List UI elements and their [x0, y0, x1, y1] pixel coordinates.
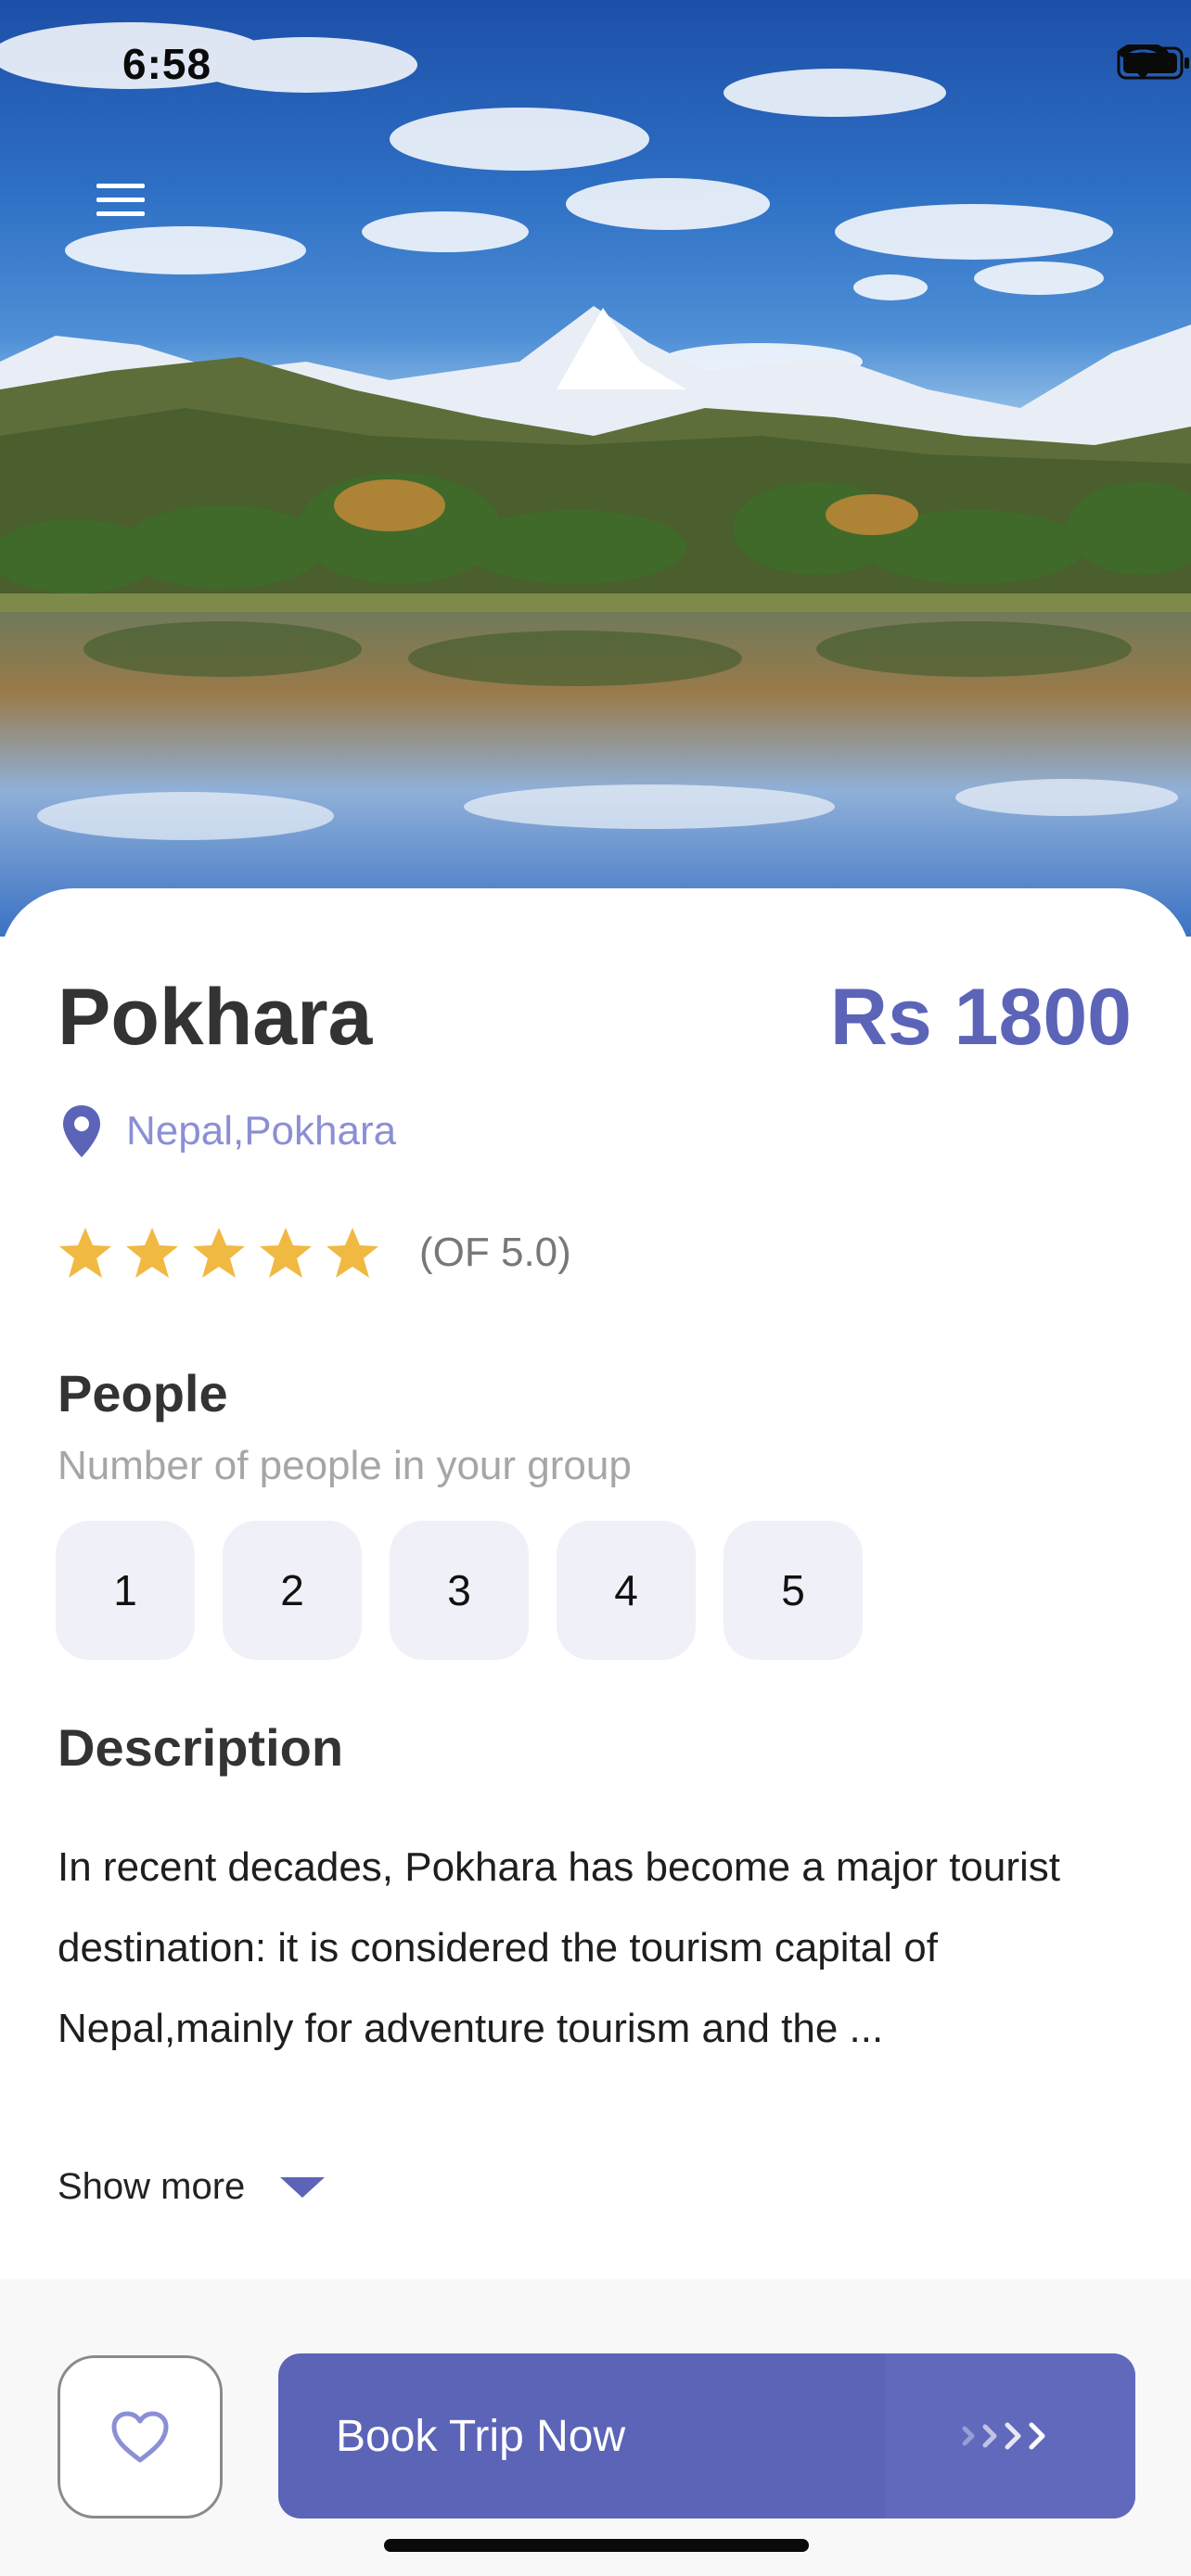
landscape-illustration — [0, 22, 1191, 937]
description-text: In recent decades, Pokhara has become a … — [58, 1844, 1061, 2051]
star-icon — [327, 1228, 378, 1278]
show-more-label: Show more — [58, 2166, 246, 2207]
heart-outline-icon — [111, 2411, 169, 2463]
people-option-3[interactable]: 3 — [390, 1521, 529, 1660]
battery-icon — [1117, 46, 1189, 80]
star-icon — [260, 1228, 312, 1278]
destination-price: Rs 1800 — [829, 973, 1132, 1062]
menu-button[interactable] — [93, 182, 156, 230]
location-row: Nepal,Pokhara — [61, 1103, 396, 1159]
destination-title: Pokhara — [58, 973, 373, 1062]
people-heading: People — [58, 1364, 228, 1422]
people-option-5[interactable]: 5 — [724, 1521, 863, 1660]
home-indicator — [384, 2539, 809, 2552]
people-subtitle: Number of people in your group — [58, 1443, 632, 1488]
people-option-4[interactable]: 4 — [557, 1521, 696, 1660]
hero-image: 6:58 — [0, 0, 1191, 937]
people-option-2[interactable]: 2 — [223, 1521, 362, 1660]
location-pin-icon — [63, 1105, 100, 1157]
people-option-1[interactable]: 1 — [56, 1521, 195, 1660]
rating-label: (OF 5.0) — [419, 1230, 571, 1275]
location-text: Nepal,Pokhara — [126, 1108, 397, 1154]
star-icon — [193, 1228, 245, 1278]
chevrons-right-icon — [885, 2353, 1135, 2519]
star-icon — [59, 1228, 111, 1278]
chevrons-graphic — [962, 2422, 1045, 2450]
rating-row: (OF 5.0) — [58, 1226, 571, 1280]
hamburger-menu-icon — [96, 184, 145, 216]
book-trip-button[interactable]: Book Trip Now — [278, 2353, 1135, 2519]
show-more-button[interactable]: Show more — [58, 2166, 327, 2208]
description-heading: Description — [58, 1718, 344, 1777]
star-icon — [126, 1228, 178, 1278]
caret-down-icon — [280, 2176, 326, 2198]
book-trip-label: Book Trip Now — [336, 2411, 626, 2461]
favorite-button[interactable] — [58, 2355, 223, 2519]
status-time: 6:58 — [122, 40, 212, 88]
people-selector: 1 2 3 4 5 — [56, 1521, 863, 1660]
